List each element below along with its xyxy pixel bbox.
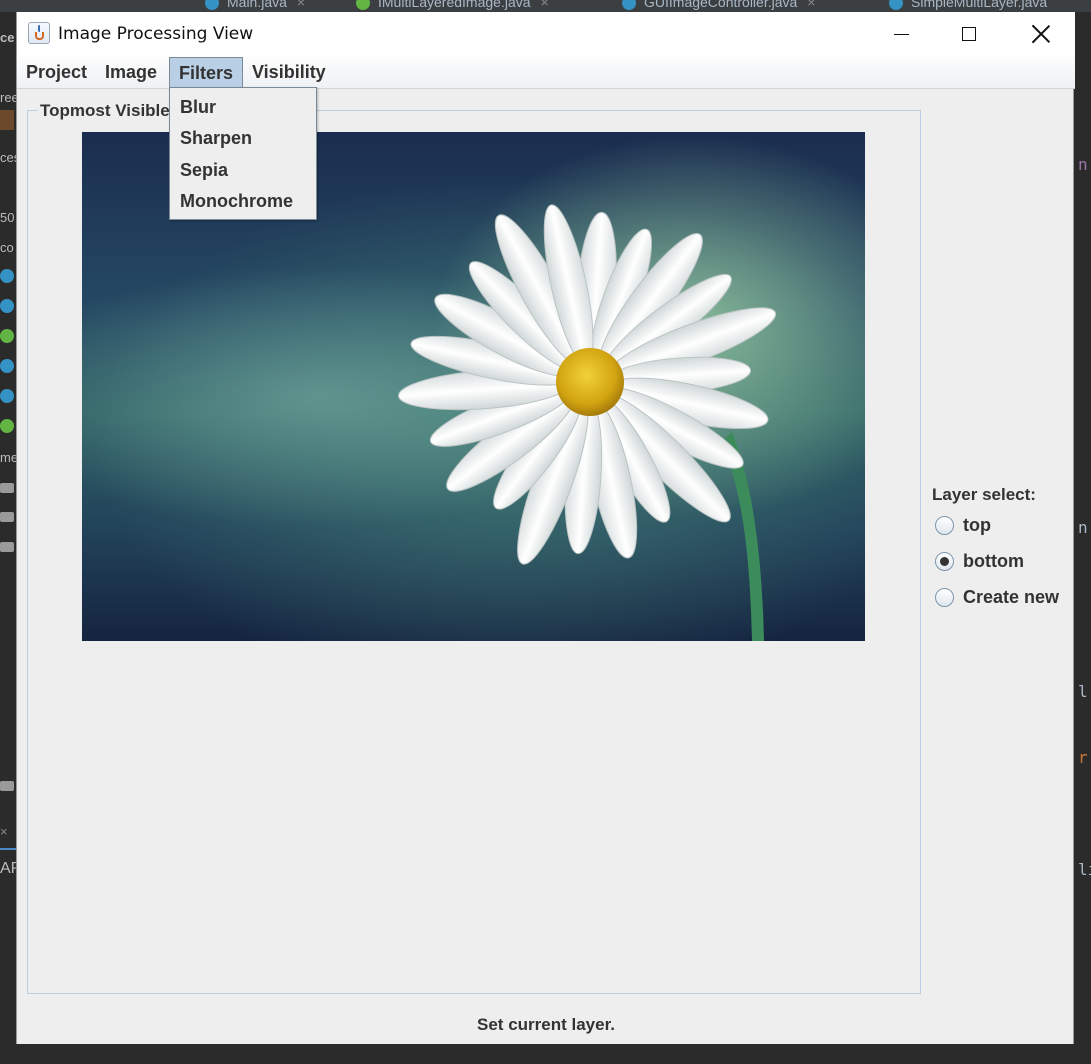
ide-tab-label: SimpleMultiLayer.java	[911, 0, 1048, 10]
layer-select-label: Layer select:	[932, 485, 1036, 504]
code-fragment: n	[1078, 155, 1088, 174]
ide-tab-bar: Main.java × IMultiLayeredImage.java × GUII…	[0, 0, 1091, 12]
class-icon	[889, 0, 903, 11]
window-title: Image Processing View	[58, 24, 254, 44]
close-icon	[1032, 25, 1050, 43]
close-icon[interactable]: ×	[807, 0, 815, 10]
class-icon	[0, 269, 14, 283]
close-icon: ×	[0, 824, 8, 839]
maximize-button[interactable]	[935, 12, 1003, 56]
radio-button[interactable]	[935, 515, 954, 535]
ide-tab-imultilayeredimage[interactable]: IMultiLayeredImage.java ×	[356, 0, 549, 12]
flower	[397, 204, 777, 565]
topmost-visible-panel: Topmost Visible	[27, 101, 921, 994]
ide-project-sidebar: ce ree ces 50 co me × AP	[0, 12, 16, 1064]
camera-icon	[0, 781, 14, 791]
ide-tab-label: IMultiLayeredImage.java	[378, 0, 531, 10]
menu-project[interactable]: Project	[17, 57, 96, 88]
ide-tab-main[interactable]: Main.java ×	[205, 0, 305, 12]
close-button[interactable]	[1007, 12, 1075, 56]
radio-label: bottom	[963, 550, 1024, 571]
status-label: Set current layer.	[477, 1015, 615, 1034]
ide-editor-edge: n n l r li	[1074, 12, 1091, 1064]
ide-left-fragment: 50	[0, 210, 15, 225]
menu-bar: Project Image Filters Visibility	[17, 56, 1075, 89]
minimize-icon	[893, 33, 909, 35]
ide-left-fragment: me	[0, 450, 16, 465]
ide-left-fragment: co	[0, 240, 14, 255]
ide-left-fragment: AP	[0, 860, 16, 877]
radio-label: Create new	[963, 586, 1060, 607]
radio-label: top	[963, 514, 991, 535]
folder-icon	[0, 110, 14, 130]
menu-item-blur[interactable]: Blur	[180, 97, 216, 118]
tab-underline	[0, 848, 16, 850]
menu-filters[interactable]: Filters	[169, 57, 244, 88]
class-icon	[205, 0, 219, 11]
interface-icon	[0, 329, 14, 343]
radio-button[interactable]	[935, 551, 954, 571]
ide-tab-label: GUIImageController.java	[644, 0, 798, 10]
close-icon[interactable]: ×	[541, 0, 549, 10]
interface-icon	[0, 419, 14, 433]
class-icon	[0, 389, 14, 403]
minimize-button[interactable]	[867, 12, 935, 56]
ide-tab-label: Main.java	[227, 0, 287, 10]
menu-item-monochrome[interactable]: Monochrome	[180, 191, 293, 212]
menu-item-sharpen[interactable]: Sharpen	[180, 128, 252, 149]
image-processing-window: Image Processing View Project Image Filt…	[16, 12, 1075, 1044]
ide-left-fragment: ree	[0, 90, 16, 105]
folder-icon	[0, 512, 14, 522]
code-fragment: n	[1078, 518, 1088, 537]
ide-tab-guiimagecontroller[interactable]: GUIImageController.java ×	[622, 0, 815, 12]
code-fragment: l	[1078, 682, 1088, 701]
menu-visibility[interactable]: Visibility	[243, 57, 335, 88]
radio-button[interactable]	[935, 587, 954, 607]
interface-icon	[356, 0, 370, 11]
close-icon[interactable]: ×	[297, 0, 305, 10]
radio-create-new[interactable]: Create new	[935, 585, 1059, 609]
title-bar[interactable]: Image Processing View	[17, 12, 1075, 56]
folder-icon	[0, 542, 14, 552]
radio-bottom[interactable]: bottom	[935, 549, 1024, 573]
ide-tab-simplemultilayer[interactable]: SimpleMultiLayer.java	[889, 0, 1047, 12]
flower-center	[556, 348, 624, 416]
code-fragment: r	[1078, 748, 1088, 767]
folder-icon	[0, 483, 14, 493]
filters-dropdown: Blur Sharpen Sepia Monochrome	[169, 87, 317, 220]
class-icon	[622, 0, 636, 11]
maximize-icon	[962, 27, 976, 41]
class-icon	[0, 359, 14, 373]
class-icon	[0, 299, 14, 313]
menu-image[interactable]: Image	[96, 57, 166, 88]
panel-title: Topmost Visible	[38, 101, 172, 121]
java-cup-icon	[28, 22, 50, 44]
ide-left-fragment: ces	[0, 150, 16, 165]
radio-top[interactable]: top	[935, 513, 991, 537]
ide-left-fragment: ce	[0, 30, 15, 45]
code-fragment: li	[1078, 860, 1091, 879]
menu-item-sepia[interactable]: Sepia	[180, 160, 228, 181]
